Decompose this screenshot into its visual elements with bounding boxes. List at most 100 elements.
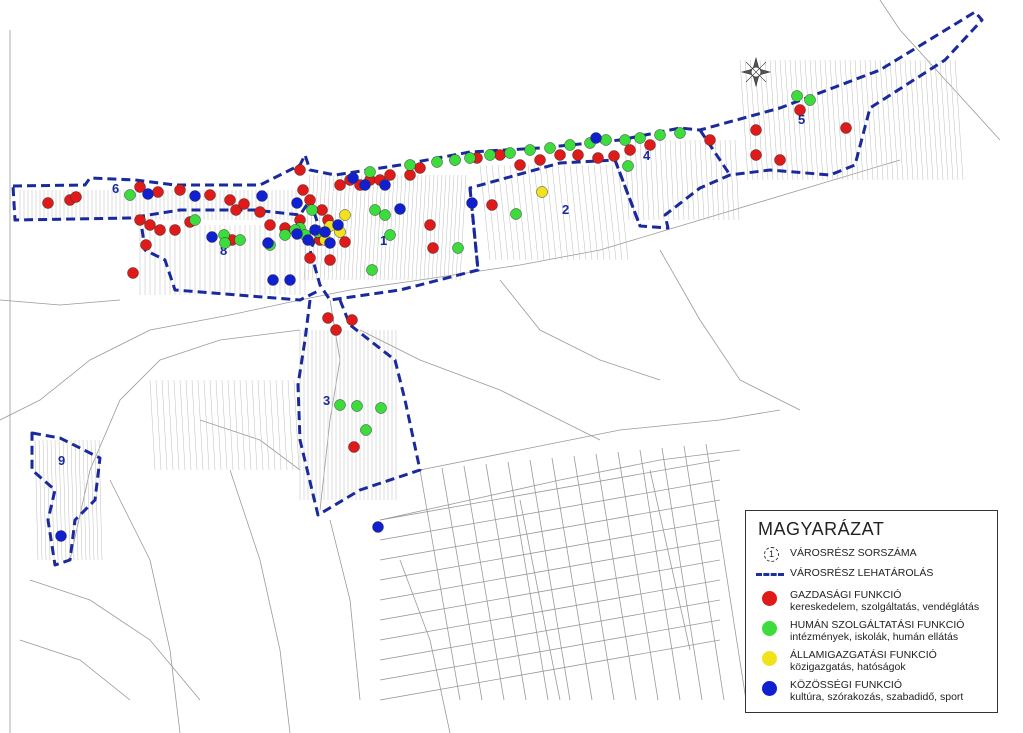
gazdasagi-point <box>304 194 316 206</box>
gazdasagi-point <box>750 149 762 161</box>
human-point <box>384 229 396 241</box>
human-point <box>360 424 372 436</box>
gazdasagi-point <box>254 206 266 218</box>
human-point <box>124 189 136 201</box>
allamigazgatasi-point <box>339 209 351 221</box>
dashed-line-icon <box>756 573 784 576</box>
gazdasagi-point <box>144 219 156 231</box>
human-point <box>234 234 246 246</box>
gazdasagi-point <box>324 254 336 266</box>
kozossegi-point <box>256 190 268 202</box>
gazdasagi-point <box>334 179 346 191</box>
legend-kozossegi-desc: kultúra, szórakozás, szabadidő, sport <box>790 691 964 703</box>
blue-dot-icon <box>762 681 777 696</box>
green-dot-icon <box>762 621 777 636</box>
gazdasagi-point <box>204 189 216 201</box>
gazdasagi-point <box>794 104 806 116</box>
human-point <box>452 242 464 254</box>
gazdasagi-point <box>514 159 526 171</box>
kozossegi-point <box>262 237 274 249</box>
kozossegi-point <box>55 530 67 542</box>
district-number-icon: 1 <box>764 547 779 562</box>
gazdasagi-point <box>348 441 360 453</box>
human-point <box>504 147 516 159</box>
gazdasagi-point <box>322 312 334 324</box>
human-point <box>364 166 376 178</box>
legend-gazdasagi-desc: kereskedelem, szolgáltatás, vendéglátás <box>790 601 980 613</box>
district-label-3: 3 <box>323 393 330 408</box>
gazdasagi-point <box>572 149 584 161</box>
gazdasagi-point <box>414 162 426 174</box>
gazdasagi-point <box>592 152 604 164</box>
gazdasagi-point <box>330 324 342 336</box>
human-point <box>791 90 803 102</box>
gazdasagi-point <box>70 191 82 203</box>
human-point <box>219 237 231 249</box>
human-point <box>279 229 291 241</box>
human-point <box>464 152 476 164</box>
compass-rose-icon <box>740 56 772 88</box>
gazdasagi-point <box>774 154 786 166</box>
human-point <box>510 208 522 220</box>
kozossegi-point <box>359 179 371 191</box>
legend-gazdasagi-title: GAZDASÁGI FUNKCIÓ <box>790 589 902 601</box>
legend-boundary-label: VÁROSRÉSZ LEHATÁROLÁS <box>790 567 934 579</box>
legend-district-number-label: VÁROSRÉSZ SORSZÁMA <box>790 547 917 559</box>
gazdasagi-point <box>554 149 566 161</box>
human-point <box>484 149 496 161</box>
human-point <box>654 129 666 141</box>
gazdasagi-point <box>127 267 139 279</box>
gazdasagi-point <box>608 150 620 162</box>
gazdasagi-point <box>384 169 396 181</box>
gazdasagi-point <box>140 239 152 251</box>
kozossegi-point <box>291 228 303 240</box>
gazdasagi-point <box>169 224 181 236</box>
gazdasagi-point <box>339 236 351 248</box>
map-legend: MAGYARÁZAT 1 VÁROSRÉSZ SORSZÁMA VÁROSRÉS… <box>745 510 998 713</box>
human-point <box>306 204 318 216</box>
human-point <box>804 94 816 106</box>
kozossegi-point <box>206 231 218 243</box>
gazdasagi-point <box>294 164 306 176</box>
kozossegi-point <box>291 197 303 209</box>
human-point <box>366 264 378 276</box>
human-point <box>351 400 363 412</box>
gazdasagi-point <box>174 184 186 196</box>
kozossegi-point <box>142 188 154 200</box>
human-point <box>622 160 634 172</box>
kozossegi-point <box>394 203 406 215</box>
human-point <box>634 132 646 144</box>
red-dot-icon <box>762 591 777 606</box>
kozossegi-point <box>347 172 359 184</box>
human-point <box>564 139 576 151</box>
gazdasagi-point <box>152 186 164 198</box>
kozossegi-point <box>267 274 279 286</box>
district-label-6: 6 <box>112 181 119 196</box>
yellow-dot-icon <box>762 651 777 666</box>
kozossegi-point <box>379 179 391 191</box>
legend-allamigazgatasi-title: ÁLLAMIGAZGATÁSI FUNKCIÓ <box>790 649 937 661</box>
gazdasagi-point <box>238 198 250 210</box>
gazdasagi-point <box>224 194 236 206</box>
human-point <box>375 402 387 414</box>
human-point <box>334 399 346 411</box>
gazdasagi-point <box>264 219 276 231</box>
kozossegi-point <box>319 226 331 238</box>
human-point <box>544 142 556 154</box>
gazdasagi-point <box>134 214 146 226</box>
gazdasagi-point <box>750 124 762 136</box>
legend-title: MAGYARÁZAT <box>758 519 885 539</box>
kozossegi-point <box>284 274 296 286</box>
kozossegi-point <box>372 521 384 533</box>
kozossegi-point <box>309 224 321 236</box>
kozossegi-point <box>189 190 201 202</box>
human-point <box>449 154 461 166</box>
gazdasagi-point <box>346 314 358 326</box>
gazdasagi-point <box>297 184 309 196</box>
gazdasagi-point <box>42 197 54 209</box>
human-point <box>404 159 416 171</box>
kozossegi-point <box>324 237 336 249</box>
gazdasagi-point <box>644 139 656 151</box>
gazdasagi-point <box>304 252 316 264</box>
allamigazgatasi-point <box>536 186 548 198</box>
